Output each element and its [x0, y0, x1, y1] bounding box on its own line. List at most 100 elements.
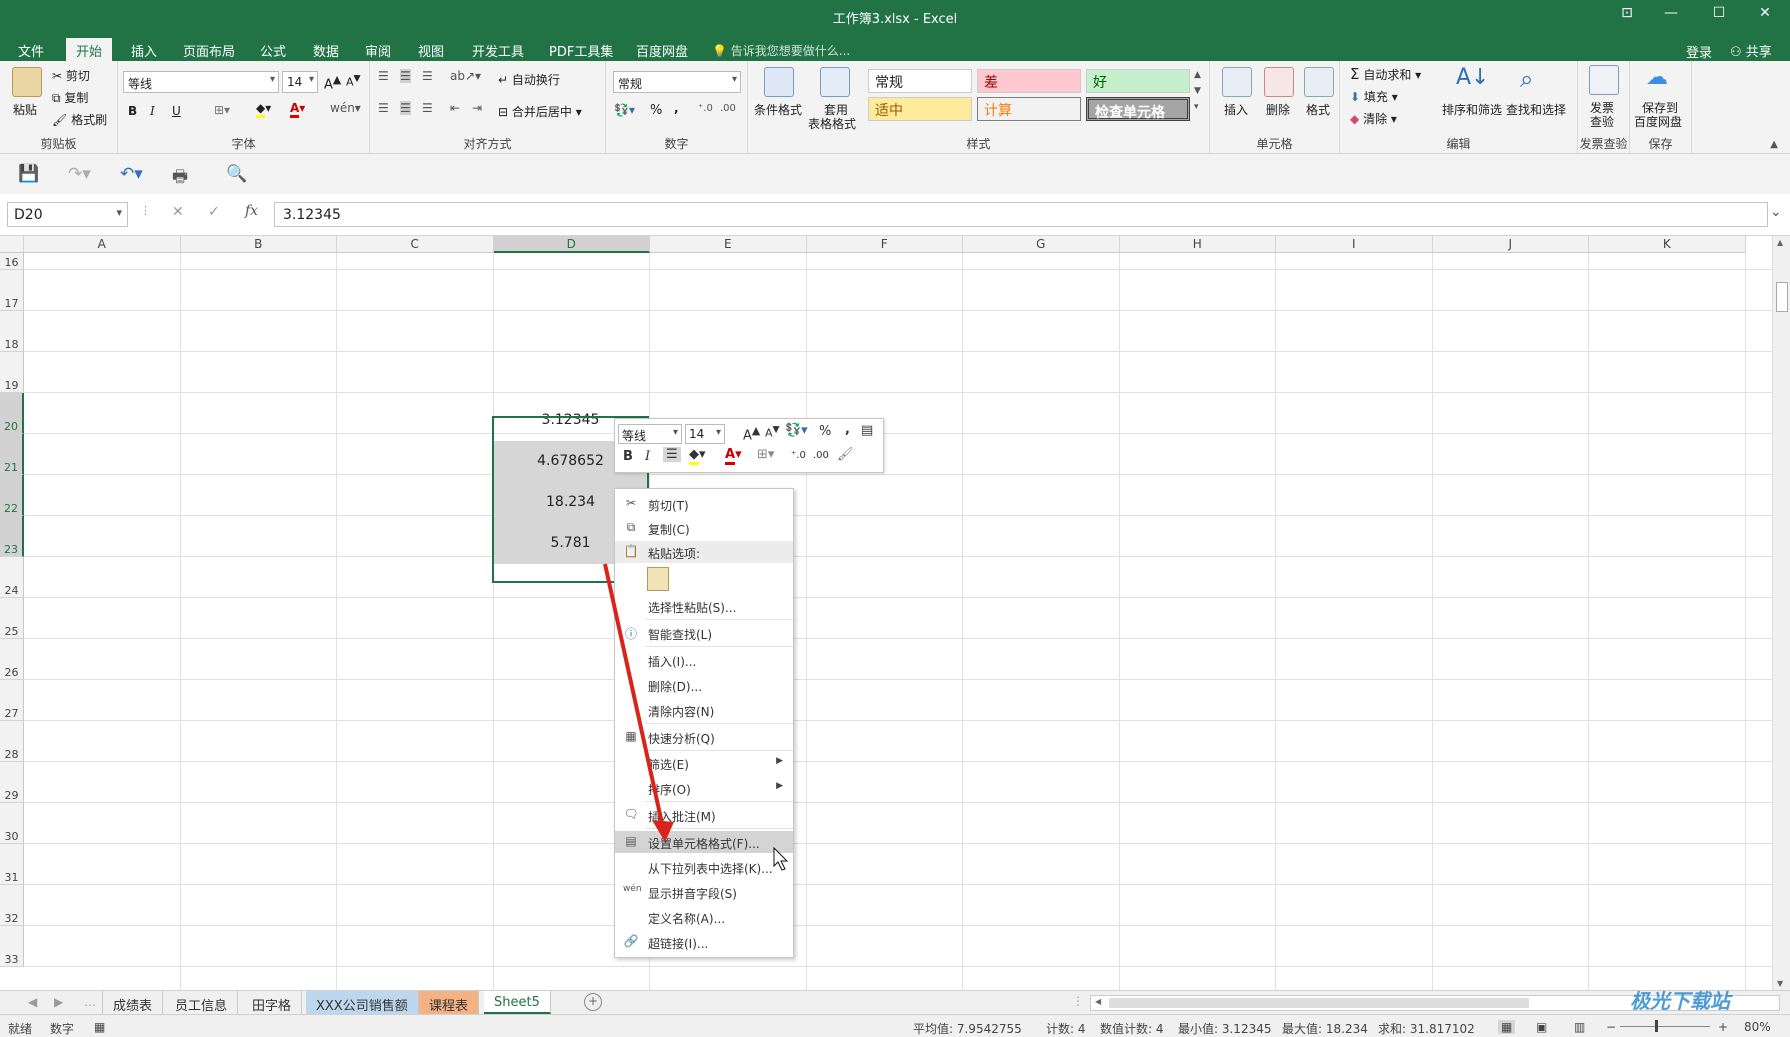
- row-header-20[interactable]: 20: [0, 393, 24, 434]
- row-header-31[interactable]: 31: [0, 844, 24, 885]
- row-header-32[interactable]: 32: [0, 885, 24, 926]
- menu-filter[interactable]: 筛选(E) ▶: [615, 752, 793, 774]
- menu-paste-special[interactable]: 选择性粘贴(S)...: [615, 595, 793, 617]
- copy-button[interactable]: ⧉ 复制: [52, 89, 88, 106]
- shrink-font-icon[interactable]: A▼: [346, 73, 361, 89]
- style-check-cell[interactable]: 检查单元格: [1086, 97, 1190, 121]
- row-header-16[interactable]: 16: [0, 253, 24, 270]
- expand-formula-icon[interactable]: ⌄: [1770, 204, 1782, 220]
- mini-currency-icon[interactable]: 💱▾: [785, 423, 808, 438]
- next-sheet-icon[interactable]: ▶: [54, 995, 63, 1009]
- column-header-d[interactable]: D: [493, 236, 650, 253]
- align-center-icon[interactable]: ☰: [400, 101, 411, 115]
- menu-format-cells[interactable]: ▤ 设置单元格格式(F)...: [615, 831, 793, 853]
- row-header-33[interactable]: 33: [0, 926, 24, 967]
- macro-record-icon[interactable]: ▦: [94, 1020, 105, 1034]
- mini-increase-decimal-icon[interactable]: ⁺.0: [791, 450, 806, 461]
- row-header-23[interactable]: 23: [0, 516, 24, 557]
- menu-sort[interactable]: 排序(O) ▶: [615, 777, 793, 799]
- sheet-tab-employees[interactable]: 员工信息: [165, 991, 239, 1014]
- invoice-button-line2[interactable]: 查验: [1590, 113, 1614, 130]
- mini-fill-color-icon[interactable]: ◆▾: [689, 447, 706, 465]
- row-header-29[interactable]: 29: [0, 762, 24, 803]
- zoom-preview-icon[interactable]: 🔍: [226, 164, 247, 184]
- merge-center-button[interactable]: ⊟ 合并后居中 ▾: [498, 103, 582, 120]
- insert-cells-icon[interactable]: [1222, 67, 1252, 97]
- mini-size-select[interactable]: 14: [685, 424, 725, 444]
- column-header-k[interactable]: K: [1589, 236, 1746, 253]
- delete-cells-icon[interactable]: [1264, 67, 1294, 97]
- select-all-corner[interactable]: [0, 236, 24, 253]
- row-header-26[interactable]: 26: [0, 639, 24, 680]
- currency-icon[interactable]: 💱▾: [614, 103, 635, 117]
- column-header-j[interactable]: J: [1432, 236, 1589, 253]
- grow-font-icon[interactable]: A▲: [324, 73, 341, 92]
- find-select-icon[interactable]: ⌕: [1520, 65, 1550, 95]
- style-bad[interactable]: 差: [977, 69, 1081, 93]
- sort-filter-icon[interactable]: A↓: [1456, 65, 1489, 95]
- clear-button[interactable]: ◆ 清除 ▾: [1350, 110, 1397, 127]
- mini-format-painter-icon[interactable]: 🖌: [837, 447, 854, 462]
- mini-borders-icon[interactable]: ⊞▾: [757, 447, 774, 462]
- row-header-18[interactable]: 18: [0, 311, 24, 352]
- column-header-h[interactable]: H: [1119, 236, 1276, 253]
- bold-button[interactable]: B: [128, 104, 137, 118]
- sheet-tab-schedule[interactable]: 课程表: [419, 991, 480, 1014]
- row-header-24[interactable]: 24: [0, 557, 24, 598]
- column-header-f[interactable]: F: [806, 236, 963, 253]
- align-bottom-icon[interactable]: ☰: [422, 69, 433, 83]
- row-header-21[interactable]: 21: [0, 434, 24, 475]
- baidu-cloud-icon[interactable]: ☁: [1646, 65, 1676, 95]
- mini-grow-font-icon[interactable]: A▲: [743, 424, 760, 443]
- tab-data[interactable]: 数据: [303, 38, 349, 61]
- row-header-25[interactable]: 25: [0, 598, 24, 639]
- sheet-tab-grid[interactable]: 田字格: [242, 991, 303, 1014]
- menu-cut[interactable]: ✂ 剪切(T): [615, 493, 793, 515]
- minimize-icon[interactable]: —: [1656, 5, 1686, 21]
- tab-file[interactable]: 文件: [8, 38, 54, 61]
- worksheet-grid[interactable]: ABCDEFGHIJK 16 17 18 19 20 21 22 23 24 25 26 27 28 29…: [0, 236, 1790, 990]
- mini-font-color-icon[interactable]: A▾: [725, 447, 742, 465]
- format-cells-button[interactable]: 格式: [1306, 101, 1330, 118]
- menu-quick-analysis[interactable]: ▦ 快速分析(Q): [615, 726, 793, 748]
- insert-cells-button[interactable]: 插入: [1224, 101, 1248, 118]
- number-format-select[interactable]: 常规: [613, 71, 741, 93]
- underline-button[interactable]: U: [172, 104, 181, 118]
- page-break-view-icon[interactable]: ▥: [1574, 1020, 1585, 1034]
- mini-percent-button[interactable]: %: [819, 424, 831, 439]
- tab-pdf-tools[interactable]: PDF工具集: [539, 38, 623, 61]
- increase-decimal-icon[interactable]: ⁺.0: [698, 103, 713, 114]
- tab-view[interactable]: 视图: [408, 38, 454, 61]
- cut-button[interactable]: ✂ 剪切: [52, 67, 90, 84]
- wrap-text-button[interactable]: ↵ 自动换行: [498, 71, 560, 88]
- horizontal-scroll-thumb[interactable]: [1109, 998, 1529, 1008]
- conditional-format-button[interactable]: 条件格式: [754, 101, 802, 118]
- table-format-icon[interactable]: [820, 67, 850, 97]
- name-box[interactable]: D20: [7, 202, 128, 227]
- menu-pick-from-list[interactable]: 从下拉列表中选择(K)...: [615, 856, 793, 878]
- zoom-out-icon[interactable]: −: [1606, 1020, 1616, 1034]
- maximize-icon[interactable]: ☐: [1704, 5, 1734, 21]
- format-cells-icon[interactable]: [1304, 67, 1334, 97]
- phonetic-icon[interactable]: wén▾: [330, 101, 361, 115]
- share-button[interactable]: ⚇ 共享: [1730, 41, 1772, 60]
- menu-insert[interactable]: 插入(I)...: [615, 649, 793, 671]
- row-header-27[interactable]: 27: [0, 680, 24, 721]
- menu-define-name[interactable]: 定义名称(A)...: [615, 906, 793, 928]
- align-middle-icon[interactable]: ☰: [400, 69, 411, 83]
- font-size-select[interactable]: 14: [282, 71, 318, 93]
- mini-italic-button[interactable]: I: [645, 449, 650, 464]
- orientation-icon[interactable]: ab↗▾: [450, 69, 481, 83]
- decrease-decimal-icon[interactable]: .00: [720, 103, 736, 114]
- scroll-up-icon[interactable]: ▲: [1777, 238, 1783, 247]
- zoom-slider-track[interactable]: [1620, 1026, 1710, 1027]
- tab-developer[interactable]: 开发工具: [462, 38, 534, 61]
- increase-indent-icon[interactable]: ⇥: [472, 101, 482, 115]
- fill-button[interactable]: ⬇ 填充 ▾: [1350, 88, 1398, 105]
- style-neutral[interactable]: 适中: [868, 97, 972, 121]
- borders-icon[interactable]: ⊞▾: [214, 103, 230, 117]
- insert-function-button[interactable]: fx: [245, 203, 258, 219]
- tab-review[interactable]: 审阅: [355, 38, 401, 61]
- tab-formulas[interactable]: 公式: [250, 38, 296, 61]
- paste-button[interactable]: 粘贴: [13, 101, 37, 118]
